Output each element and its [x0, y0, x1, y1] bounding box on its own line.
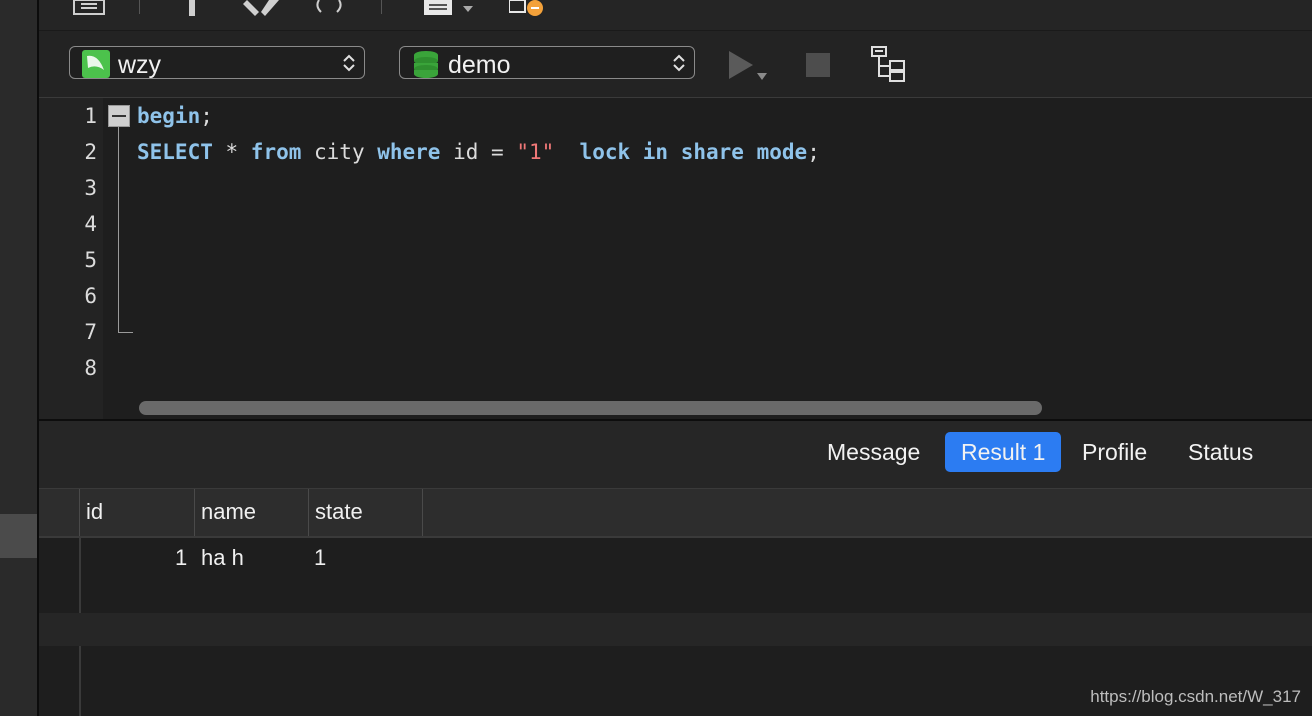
fold-collapse-icon[interactable] [108, 105, 130, 127]
watermark-text: https://blog.csdn.net/W_317 [1090, 687, 1301, 706]
database-label: demo [448, 51, 511, 79]
column-divider [422, 489, 424, 536]
line-number-gutter: 1 2 3 4 5 6 7 8 [39, 98, 103, 420]
table-row-empty [39, 613, 1312, 646]
column-header-id[interactable]: id [79, 489, 194, 536]
sql-text: * [212, 140, 251, 164]
top-toolbar [39, 0, 1312, 31]
fold-guide [118, 127, 119, 332]
tab-status[interactable]: Status [1172, 432, 1269, 472]
chevron-updown-icon [672, 53, 686, 78]
line-number: 5 [84, 248, 97, 272]
sql-keyword: share [680, 140, 744, 164]
sql-string: "1" [516, 140, 555, 164]
column-header-state[interactable]: state [308, 489, 422, 536]
cell-id[interactable]: 1 [175, 545, 187, 571]
toolbar-separator [381, 0, 382, 14]
sql-keyword: where [377, 140, 441, 164]
tab-message[interactable]: Message [811, 432, 936, 472]
explain-icon[interactable] [870, 46, 908, 89]
run-icon[interactable] [727, 49, 771, 90]
line-number: 3 [84, 176, 97, 200]
line-number: 2 [84, 140, 97, 164]
left-sidebar-strip [0, 0, 37, 716]
save-icon[interactable] [73, 0, 105, 21]
pin-icon[interactable] [184, 0, 200, 21]
connection-bar: wzy demo [39, 31, 1312, 97]
line-number: 7 [84, 320, 97, 344]
sql-keyword: SELECT [137, 140, 213, 164]
line-number: 1 [84, 104, 97, 128]
text-icon[interactable] [423, 0, 477, 23]
sql-keyword: lock [579, 140, 631, 164]
sql-text: city [301, 140, 378, 164]
code-line-2[interactable]: SELECT * from city where id = "1" lock i… [137, 140, 820, 164]
mysql-connection-icon [82, 50, 110, 83]
connection-select[interactable]: wzy [69, 46, 365, 79]
toolbar-separator [139, 0, 140, 14]
line-number: 6 [84, 284, 97, 308]
database-select[interactable]: demo [399, 46, 695, 79]
fold-guide-end [118, 332, 133, 333]
sql-keyword: mode [756, 140, 808, 164]
sql-text: ; [807, 140, 820, 164]
tab-profile[interactable]: Profile [1066, 432, 1163, 472]
sql-keyword: from [250, 140, 302, 164]
database-icon [412, 50, 440, 83]
cell-name[interactable]: ha h [201, 545, 244, 571]
import-icon[interactable] [508, 0, 549, 25]
cell-state[interactable]: 1 [314, 545, 326, 571]
line-number: 4 [84, 212, 97, 236]
stop-icon[interactable] [806, 53, 830, 77]
result-grid-header: id name state [39, 489, 1312, 538]
chevron-updown-icon [342, 53, 356, 78]
sql-editor[interactable]: 1 2 3 4 5 6 7 8 begin; SELECT * from cit… [39, 98, 1312, 420]
connection-label: wzy [118, 51, 162, 79]
tools-icon[interactable] [243, 0, 283, 23]
query-icon[interactable] [315, 0, 345, 19]
sql-text: id = [440, 140, 517, 164]
column-header-name[interactable]: name [194, 489, 308, 536]
line-number: 8 [84, 356, 97, 380]
sql-keyword: in [642, 140, 669, 164]
horizontal-scrollbar[interactable] [139, 401, 1042, 415]
code-line-1[interactable]: begin; [137, 104, 213, 128]
sidebar-selected-item[interactable] [0, 514, 37, 558]
sql-keyword: begin [137, 104, 201, 128]
sql-punct: ; [200, 104, 213, 128]
result-tabs-bar: Message Result 1 Profile Status [39, 421, 1312, 489]
tab-result-1[interactable]: Result 1 [945, 432, 1062, 472]
